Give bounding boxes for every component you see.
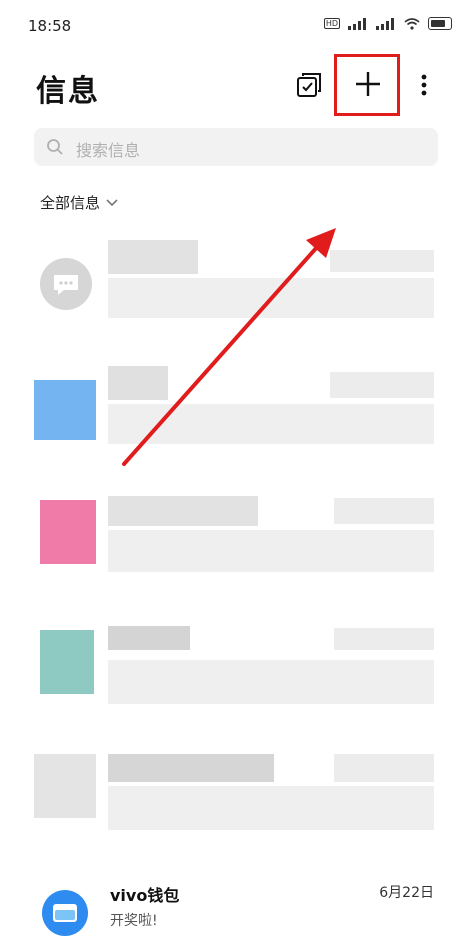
date-blur (330, 372, 434, 398)
date-blur (334, 754, 434, 782)
name-blur (108, 240, 198, 274)
name-blur (108, 496, 258, 526)
filter-label: 全部信息 (40, 194, 101, 212)
signal-4g-icon (376, 17, 396, 30)
search-placeholder: 搜索信息 (76, 141, 141, 160)
preview-blur (108, 404, 434, 444)
preview-blur (108, 660, 434, 704)
wallet-icon (53, 904, 77, 922)
conversation-date: 6月22日 (379, 885, 434, 901)
select-edit-icon (297, 73, 321, 97)
preview-blur (108, 278, 434, 318)
avatar (40, 258, 92, 310)
more-icon (421, 74, 427, 96)
status-bar: 18:58 HD (0, 0, 474, 52)
list-item-vivo-wallet[interactable]: vivo钱包 开奖啦! 6月22日 (0, 866, 474, 936)
name-blur (108, 626, 190, 650)
page-title: 信息 (36, 74, 100, 109)
name-blur (108, 366, 168, 400)
list-item[interactable] (0, 360, 474, 480)
avatar (34, 754, 96, 818)
preview-blur (108, 786, 434, 830)
avatar (40, 500, 96, 564)
header: 信息 (0, 52, 474, 116)
list-item[interactable] (0, 744, 474, 864)
list-item[interactable] (0, 620, 474, 740)
avatar (42, 890, 88, 936)
chevron-down-icon (106, 198, 118, 206)
hd-icon: HD (323, 18, 340, 29)
date-blur (334, 628, 434, 650)
filter-dropdown[interactable]: 全部信息 (40, 192, 118, 213)
date-blur (334, 498, 434, 524)
list-item[interactable] (0, 232, 474, 352)
status-icons: HD (323, 17, 452, 30)
conversation-preview: 开奖啦! (110, 913, 158, 929)
status-time: 18:58 (28, 17, 72, 35)
avatar (40, 630, 94, 694)
date-blur (330, 250, 434, 272)
search-input[interactable]: 搜索信息 (34, 128, 438, 166)
chat-bubble-icon (54, 275, 78, 295)
add-icon (356, 72, 380, 96)
search-icon (47, 139, 63, 155)
select-button[interactable] (294, 70, 324, 100)
more-button[interactable] (414, 68, 434, 102)
battery-icon (428, 17, 452, 30)
conversation-name: vivo钱包 (110, 886, 180, 905)
signal-5g-icon (348, 17, 368, 30)
name-blur (108, 754, 274, 782)
preview-blur (108, 530, 434, 572)
list-item[interactable] (0, 490, 474, 610)
wifi-icon (404, 17, 420, 30)
avatar (34, 380, 96, 440)
new-message-button[interactable] (336, 56, 400, 112)
